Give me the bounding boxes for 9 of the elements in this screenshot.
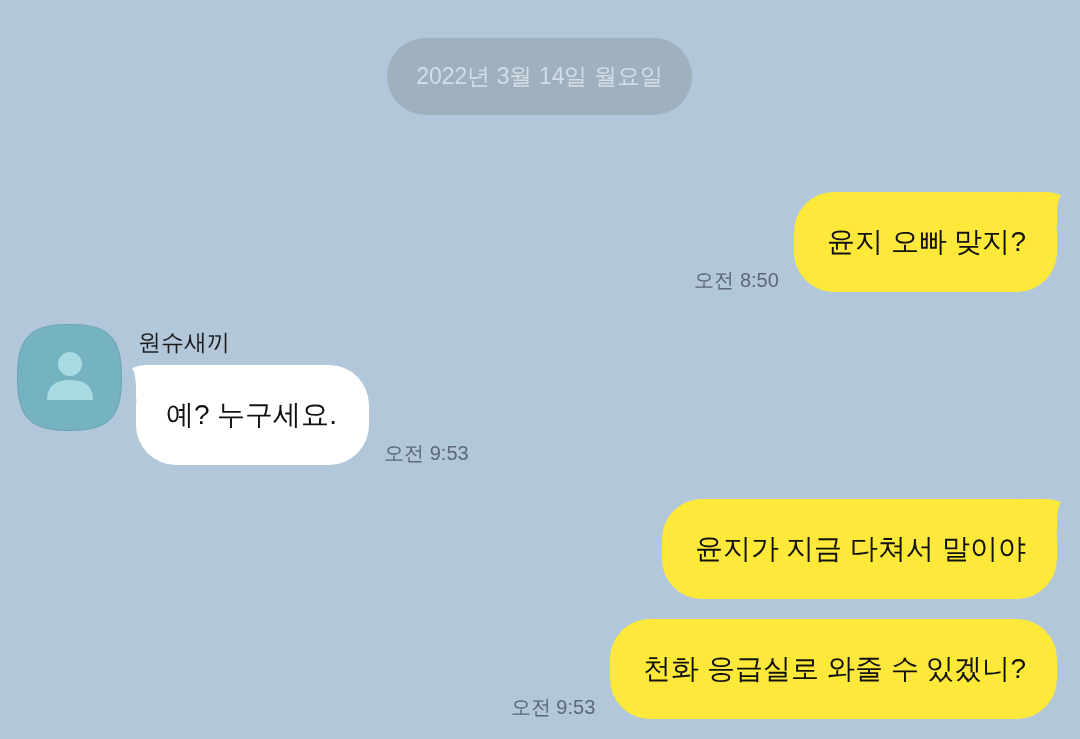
message-bubble: 윤지 오빠 맞지? (793, 192, 1062, 292)
message-bubble: 천화 응급실로 와줄 수 있겠니? (610, 619, 1062, 719)
sender-name: 원슈새끼 (138, 328, 230, 357)
message-time: 오전 9:53 (510, 695, 596, 719)
message-time: 오전 9:53 (384, 441, 469, 465)
message-time: 오전 8:50 (694, 268, 779, 292)
message-bubble: 윤지가 지금 다쳐서 말이야 (661, 499, 1062, 599)
avatar-icon[interactable] (17, 324, 122, 431)
message-bubble: 예? 누구세요. (131, 365, 370, 465)
